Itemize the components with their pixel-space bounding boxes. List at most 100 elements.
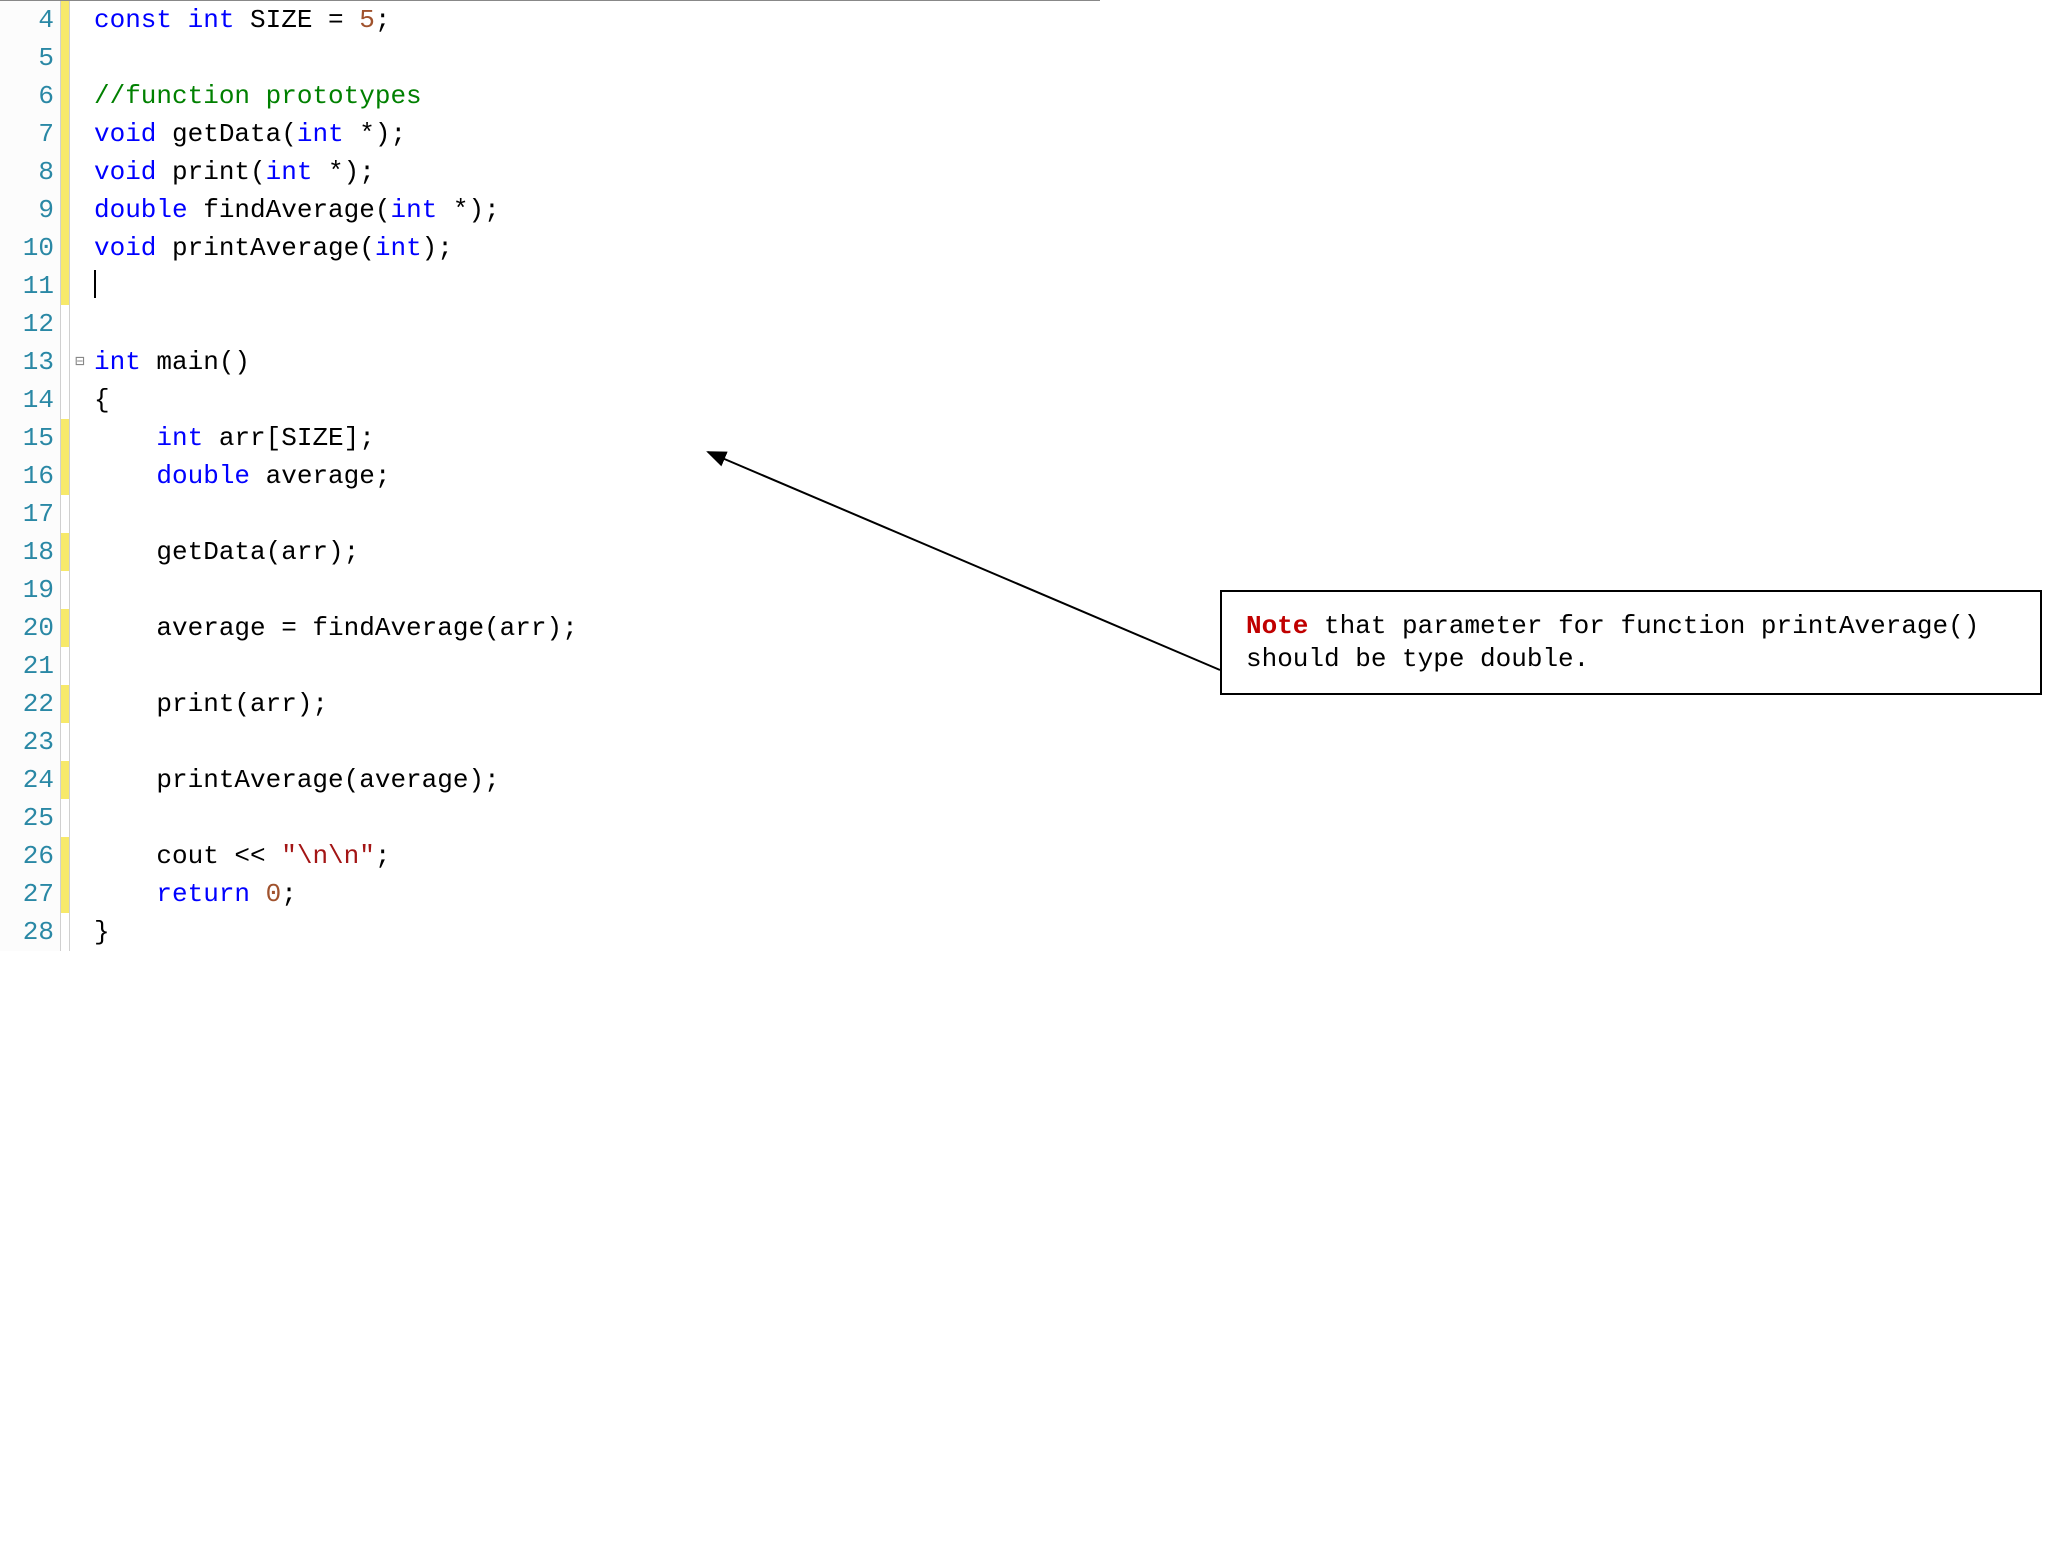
code-line[interactable]: {: [94, 381, 1100, 419]
line-number: 15: [0, 419, 60, 457]
note-text: that parameter for function printAverage…: [1246, 611, 1979, 674]
change-marker: [61, 609, 69, 647]
fold-spacer: [70, 153, 90, 191]
text-cursor: [94, 270, 96, 298]
change-marker-column: [61, 1, 70, 951]
code-token: print(arr);: [94, 689, 328, 719]
code-line[interactable]: }: [94, 913, 1100, 951]
change-marker: [61, 39, 69, 77]
line-number: 16: [0, 457, 60, 495]
code-token: [250, 879, 266, 909]
code-line[interactable]: getData(arr);: [94, 533, 1100, 571]
code-area[interactable]: const int SIZE = 5; //function prototypes…: [90, 1, 1100, 951]
fold-toggle-icon[interactable]: ⊟: [70, 343, 90, 381]
code-token: {: [94, 385, 110, 415]
line-number-gutter: 4567891011121314151617181920212223242526…: [0, 1, 61, 951]
code-token: "\n\n": [281, 841, 375, 871]
change-marker: [61, 1, 69, 39]
code-token: average;: [250, 461, 390, 491]
code-token: int: [188, 5, 235, 35]
code-line[interactable]: return 0;: [94, 875, 1100, 913]
code-token: main(): [141, 347, 250, 377]
change-marker: [61, 533, 69, 571]
code-line[interactable]: double average;: [94, 457, 1100, 495]
change-marker: [61, 419, 69, 457]
annotation-note: Note that parameter for function printAv…: [1220, 590, 2042, 695]
fold-spacer: [70, 685, 90, 723]
line-number: 18: [0, 533, 60, 571]
change-marker: [61, 799, 69, 837]
fold-spacer: [70, 837, 90, 875]
code-line[interactable]: [94, 799, 1100, 837]
code-line[interactable]: void printAverage(int);: [94, 229, 1100, 267]
code-token: cout <<: [94, 841, 281, 871]
fold-spacer: [70, 1, 90, 39]
code-line[interactable]: [94, 571, 1100, 609]
code-line[interactable]: printAverage(average);: [94, 761, 1100, 799]
code-token: print(: [156, 157, 265, 187]
code-token: [94, 879, 156, 909]
code-token: int: [390, 195, 437, 225]
code-line[interactable]: int arr[SIZE];: [94, 419, 1100, 457]
change-marker: [61, 495, 69, 533]
fold-spacer: [70, 647, 90, 685]
code-line[interactable]: //function prototypes: [94, 77, 1100, 115]
code-editor[interactable]: 4567891011121314151617181920212223242526…: [0, 0, 1100, 951]
line-number: 26: [0, 837, 60, 875]
code-line[interactable]: [94, 305, 1100, 343]
code-token: [94, 461, 156, 491]
change-marker: [61, 267, 69, 305]
line-number: 22: [0, 685, 60, 723]
code-line[interactable]: void print(int *);: [94, 153, 1100, 191]
change-marker: [61, 77, 69, 115]
code-line[interactable]: const int SIZE = 5;: [94, 1, 1100, 39]
change-marker: [61, 457, 69, 495]
fold-spacer: [70, 191, 90, 229]
line-number: 10: [0, 229, 60, 267]
code-token: *);: [312, 157, 374, 187]
code-line[interactable]: int main(): [94, 343, 1100, 381]
change-marker: [61, 685, 69, 723]
fold-spacer: [70, 77, 90, 115]
fold-spacer: [70, 457, 90, 495]
fold-column: ⊟: [70, 1, 90, 951]
code-line[interactable]: [94, 723, 1100, 761]
code-token: average = findAverage(arr);: [94, 613, 578, 643]
change-marker: [61, 571, 69, 609]
code-token: printAverage(: [156, 233, 374, 263]
fold-spacer: [70, 305, 90, 343]
line-number: 11: [0, 267, 60, 305]
code-token: return: [156, 879, 250, 909]
change-marker: [61, 115, 69, 153]
fold-spacer: [70, 229, 90, 267]
line-number: 8: [0, 153, 60, 191]
line-number: 23: [0, 723, 60, 761]
code-line[interactable]: cout << "\n\n";: [94, 837, 1100, 875]
change-marker: [61, 153, 69, 191]
line-number: 9: [0, 191, 60, 229]
code-token: int: [266, 157, 313, 187]
code-token: getData(arr);: [94, 537, 359, 567]
code-line[interactable]: [94, 495, 1100, 533]
code-token: arr[SIZE];: [203, 423, 375, 453]
code-token: findAverage(: [188, 195, 391, 225]
fold-spacer: [70, 115, 90, 153]
line-number: 28: [0, 913, 60, 951]
change-marker: [61, 647, 69, 685]
code-line[interactable]: print(arr);: [94, 685, 1100, 723]
code-line[interactable]: double findAverage(int *);: [94, 191, 1100, 229]
code-line[interactable]: average = findAverage(arr);: [94, 609, 1100, 647]
code-line[interactable]: [94, 647, 1100, 685]
code-token: ;: [375, 5, 391, 35]
code-line[interactable]: [94, 267, 1100, 305]
code-line[interactable]: [94, 39, 1100, 77]
code-token: void: [94, 233, 156, 263]
fold-spacer: [70, 723, 90, 761]
change-marker: [61, 381, 69, 419]
line-number: 12: [0, 305, 60, 343]
code-token: ;: [375, 841, 391, 871]
line-number: 25: [0, 799, 60, 837]
code-token: );: [422, 233, 453, 263]
code-token: SIZE =: [234, 5, 359, 35]
code-line[interactable]: void getData(int *);: [94, 115, 1100, 153]
